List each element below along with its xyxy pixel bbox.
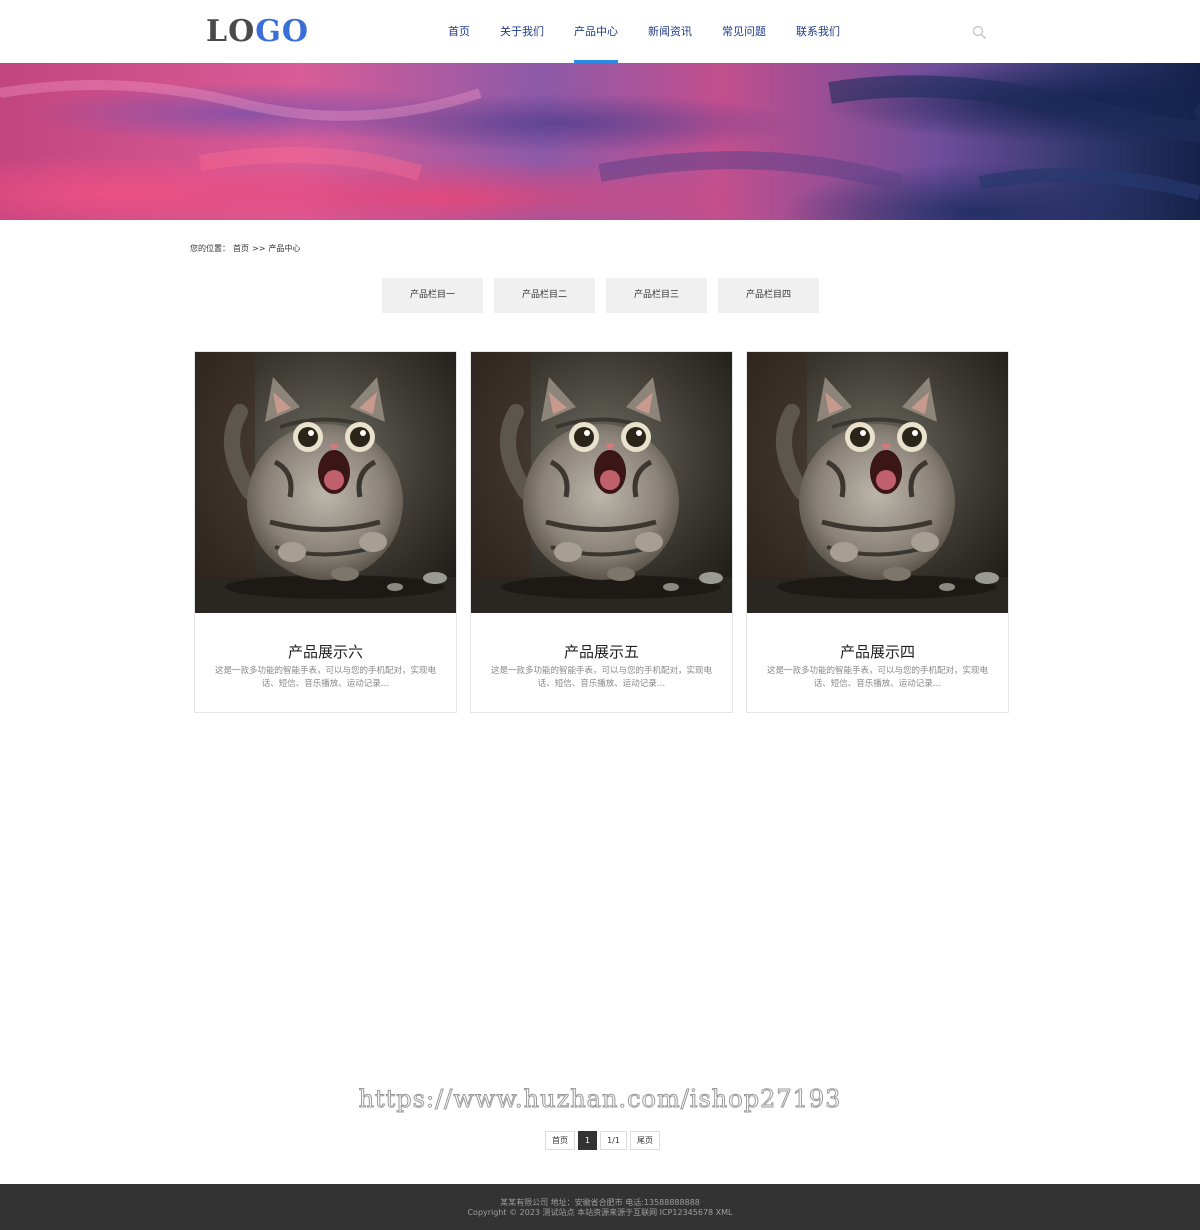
breadcrumb-home-link[interactable]: 首页 [233, 244, 249, 253]
watermark-text: https://www.huzhan.com/ishop27193 [358, 1085, 842, 1114]
footer-copyright: Copyright © 2023 测试站点 本站资源来源于互联网 ICP1234… [467, 1208, 733, 1217]
category-tab-2[interactable]: 产品栏目二 [494, 278, 595, 313]
pagination: 首页 1 1/1 尾页 [545, 1131, 660, 1150]
page-current-button[interactable]: 1 [578, 1131, 598, 1150]
product-title[interactable]: 产品展示五 [471, 643, 732, 661]
product-description: 这是一款多功能的智能手表，可以与您的手机配对，实现电话、短信、音乐播放、运动记录… [490, 666, 712, 689]
breadcrumb-current[interactable]: 产品中心 [268, 244, 300, 253]
product-description: 这是一款多功能的智能手表，可以与您的手机配对，实现电话、短信、音乐播放、运动记录… [214, 666, 436, 689]
banner-clouds [0, 75, 1200, 200]
product-title[interactable]: 产品展示六 [195, 643, 456, 661]
product-image[interactable] [195, 352, 456, 613]
site-footer: 某某有限公司 地址：安徽省合肥市 电话:13588888888 Copyrigh… [0, 1184, 1200, 1230]
main-nav: 首页 关于我们 产品中心 新闻资讯 常见问题 联系我们 [433, 0, 855, 63]
nav-item-about[interactable]: 关于我们 [485, 0, 559, 63]
nav-item-faq[interactable]: 常见问题 [707, 0, 781, 63]
product-image[interactable] [747, 352, 1008, 613]
logo-text-blue: GO [255, 14, 309, 49]
nav-item-home[interactable]: 首页 [433, 0, 485, 63]
breadcrumb: 您的位置： 首页 >> 产品中心 [190, 243, 303, 254]
category-tab-4[interactable]: 产品栏目四 [718, 278, 819, 313]
category-tabs: 产品栏目一 产品栏目二 产品栏目三 产品栏目四 [382, 278, 819, 313]
product-card[interactable]: 产品展示五 这是一款多功能的智能手表，可以与您的手机配对，实现电话、短信、音乐播… [470, 351, 733, 713]
site-header: LOGO 首页 关于我们 产品中心 新闻资讯 常见问题 联系我们 [0, 0, 1200, 63]
product-image[interactable] [471, 352, 732, 613]
footer-company-info: 某某有限公司 地址：安徽省合肥市 电话:13588888888 [500, 1198, 700, 1207]
product-title[interactable]: 产品展示四 [747, 643, 1008, 661]
hero-banner [0, 63, 1200, 220]
page-first-button[interactable]: 首页 [545, 1131, 575, 1150]
logo[interactable]: LOGO [206, 14, 309, 50]
nav-item-news[interactable]: 新闻资讯 [633, 0, 707, 63]
page-last-button[interactable]: 尾页 [629, 1131, 660, 1150]
nav-item-products[interactable]: 产品中心 [559, 0, 633, 63]
category-tab-1[interactable]: 产品栏目一 [382, 278, 483, 313]
breadcrumb-separator: >> [252, 244, 266, 253]
nav-item-contact[interactable]: 联系我们 [781, 0, 855, 63]
page-info: 1/1 [600, 1131, 627, 1150]
category-tab-3[interactable]: 产品栏目三 [606, 278, 707, 313]
product-grid: 产品展示六 这是一款多功能的智能手表，可以与您的手机配对，实现电话、短信、音乐播… [194, 351, 1009, 713]
logo-text-dark: LO [206, 14, 256, 49]
product-card[interactable]: 产品展示四 这是一款多功能的智能手表，可以与您的手机配对，实现电话、短信、音乐播… [746, 351, 1009, 713]
product-card[interactable]: 产品展示六 这是一款多功能的智能手表，可以与您的手机配对，实现电话、短信、音乐播… [194, 351, 457, 713]
search-icon[interactable] [972, 25, 986, 39]
breadcrumb-prefix: 您的位置： [190, 244, 230, 253]
product-description: 这是一款多功能的智能手表，可以与您的手机配对，实现电话、短信、音乐播放、运动记录… [766, 666, 988, 689]
